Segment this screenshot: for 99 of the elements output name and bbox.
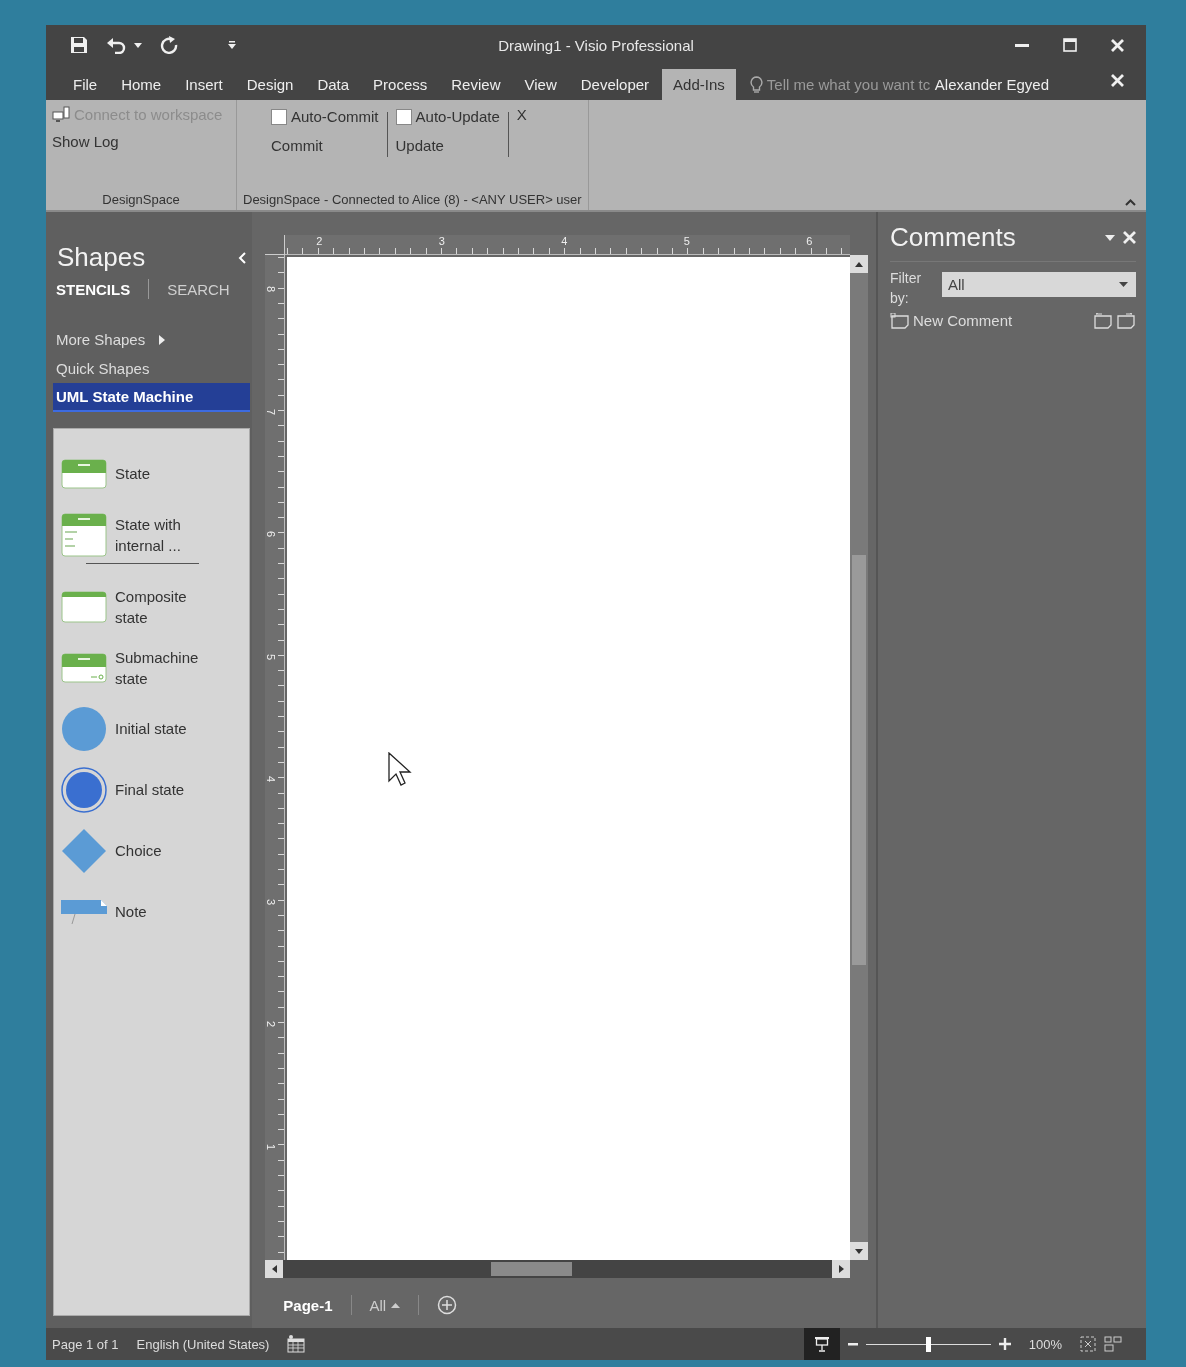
group-label: DesignSpace — [102, 192, 180, 207]
close-icon[interactable] — [1111, 38, 1124, 52]
page-count[interactable]: Page 1 of 1 — [52, 1336, 119, 1352]
undo-icon[interactable] — [106, 36, 126, 54]
scroll-right-icon[interactable] — [838, 1265, 844, 1273]
zoom-level[interactable]: 100% — [1028, 1336, 1062, 1352]
state-shape-icon[interactable] — [61, 512, 107, 557]
ribbon-button[interactable]: Show Log — [52, 131, 223, 152]
ruler-label: 5 — [683, 235, 690, 247]
ruler-label: 3 — [265, 898, 278, 905]
scroll-left-icon[interactable] — [271, 1265, 277, 1273]
lightbulb-icon — [749, 75, 763, 94]
maximize-icon[interactable] — [1063, 38, 1077, 52]
customize-icon[interactable] — [228, 41, 236, 49]
filter-label: Filter by: — [890, 269, 923, 308]
fit-page-icon[interactable] — [1080, 1336, 1096, 1352]
tell-me-field[interactable]: Tell me what you want tc — [766, 76, 935, 93]
caret-icon — [1119, 282, 1128, 287]
pane-title: Comments — [890, 222, 1016, 253]
ribbon-tab[interactable]: Home — [110, 69, 173, 100]
group-label: DesignSpace - Connected to Alice (8) - <ANY USER> user — [243, 192, 582, 207]
ruler-label: 3 — [438, 235, 445, 247]
redo-icon[interactable] — [160, 36, 178, 54]
ribbon-button[interactable]: X — [516, 104, 527, 125]
panel-tab[interactable]: STENCILS — [56, 280, 131, 298]
horizontal-scrollbar[interactable] — [265, 1260, 851, 1278]
checkbox[interactable] — [271, 108, 287, 125]
ruler-label: 5 — [265, 653, 278, 660]
scroll-up-icon[interactable] — [855, 261, 864, 267]
checkbox-label: Auto-Update — [415, 108, 500, 125]
ribbon-tab[interactable]: Data — [306, 69, 361, 100]
panel-tab[interactable]: SEARCH — [167, 280, 230, 298]
ribbon-tab[interactable]: Design — [235, 69, 305, 100]
ribbon-tab[interactable]: View — [513, 69, 568, 100]
close-icon[interactable] — [1111, 74, 1124, 87]
ruler-label: 7 — [265, 408, 278, 415]
ruler-label: 2 — [316, 235, 323, 247]
ruler-label: 8 — [265, 285, 278, 293]
composite-state-icon[interactable] — [61, 590, 107, 623]
ruler-label: 1 — [265, 1143, 278, 1150]
dropdown-icon[interactable] — [1105, 234, 1115, 241]
presentation-icon[interactable] — [813, 1336, 830, 1352]
calendar-icon[interactable] — [287, 1335, 306, 1353]
checkbox[interactable] — [395, 108, 412, 125]
ruler-label: 4 — [561, 235, 568, 247]
window-title: Drawing1 - Visio Professional — [498, 36, 694, 54]
save-icon[interactable] — [70, 36, 88, 54]
caret-up-icon — [391, 1302, 401, 1308]
scroll-down-icon[interactable] — [855, 1248, 864, 1254]
page-tab[interactable]: Page-1 — [283, 1296, 333, 1314]
shape-label[interactable]: Note — [115, 901, 207, 922]
comment-icon — [890, 312, 910, 329]
stencil-nav-item[interactable]: UML State Machine — [53, 383, 251, 412]
shape-label[interactable]: Initial state — [115, 718, 207, 739]
panel-title: Shapes — [57, 242, 146, 273]
add-page-icon[interactable] — [437, 1295, 458, 1315]
previous-comment-icon[interactable] — [1093, 312, 1113, 329]
ribbon-tab[interactable]: Process — [362, 69, 439, 100]
stencil-nav-item[interactable]: More Shapes — [53, 325, 251, 354]
ruler-label: 6 — [806, 235, 813, 247]
shape-label[interactable]: State — [115, 463, 207, 484]
minimize-icon[interactable] — [1015, 43, 1029, 47]
ruler-label: 6 — [265, 530, 278, 538]
shape-label[interactable]: Choice — [115, 840, 207, 861]
shape-label[interactable]: Composite state — [115, 585, 207, 628]
new-comment-button[interactable]: New Comment — [890, 312, 1013, 329]
submenu-arrow-icon — [159, 334, 166, 345]
state-shape-icon[interactable] — [61, 458, 107, 489]
ribbon-tab[interactable]: Add-Ins — [662, 69, 736, 100]
zoom-out-icon[interactable] — [847, 1342, 858, 1346]
collapse-icon[interactable] — [1125, 199, 1136, 206]
ribbon-tab[interactable]: Developer — [569, 69, 661, 100]
pointer-icon — [388, 752, 413, 786]
scroll-thumb[interactable] — [852, 555, 867, 965]
shape-label[interactable]: State with internal ... — [115, 513, 207, 556]
caret-icon[interactable] — [134, 42, 142, 48]
ribbon-tab[interactable]: Review — [440, 69, 512, 100]
close-icon[interactable] — [1123, 231, 1136, 244]
shape-label[interactable]: Final state — [115, 779, 207, 800]
ribbon-tab[interactable]: File — [62, 69, 109, 100]
ribbon-button[interactable]: Update — [395, 135, 500, 156]
ribbon-tab[interactable]: Insert — [174, 69, 234, 100]
submachine-state-icon[interactable] — [61, 652, 107, 683]
user-name[interactable]: Alexander Egyed — [934, 69, 1050, 100]
ruler-label: 4 — [265, 775, 278, 783]
ringed-circle-icon[interactable] — [61, 766, 107, 813]
stencil-nav-item[interactable]: Quick Shapes — [53, 354, 251, 383]
language[interactable]: English (United States) — [136, 1336, 270, 1352]
vertical-scrollbar[interactable] — [850, 255, 869, 1260]
ribbon-button[interactable]: Commit — [271, 135, 379, 156]
ruler-label: 2 — [265, 1020, 278, 1028]
shape-label[interactable]: Submachine state — [115, 646, 207, 689]
page-tab[interactable]: All — [369, 1296, 401, 1314]
next-comment-icon[interactable] — [1116, 312, 1136, 329]
switch-windows-icon[interactable] — [1104, 1336, 1122, 1352]
filter-dropdown[interactable]: All — [942, 272, 1136, 297]
zoom-in-icon[interactable] — [998, 1338, 1011, 1350]
scroll-thumb[interactable] — [491, 1262, 573, 1276]
checkbox-label: Auto-Commit — [291, 108, 379, 125]
